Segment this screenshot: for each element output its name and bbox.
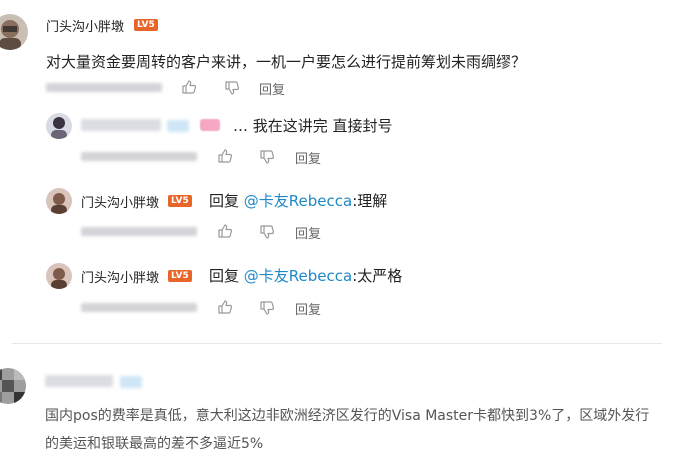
avatar[interactable] (0, 368, 26, 404)
user-mention-link[interactable]: @卡友Rebecca (244, 267, 352, 285)
level-badge (120, 376, 142, 388)
reply-prefix: 回复 (209, 267, 240, 285)
reply-text: … 我在这讲完 直接封号 (233, 117, 393, 135)
reply-button[interactable]: 回复 (259, 79, 285, 98)
avatar-image (46, 113, 72, 139)
role-badge (200, 119, 220, 131)
comment-text: 对大量资金要周转的客户来讲，一机一户要怎么进行提前筹划未雨绸缪？ (46, 53, 527, 71)
reply-button[interactable]: 回复 (295, 223, 321, 242)
avatar-image (46, 263, 72, 289)
thumbs-down-icon[interactable] (259, 224, 275, 240)
reply-button[interactable]: 回复 (295, 148, 321, 167)
avatar[interactable] (0, 14, 28, 50)
thumbs-up-icon[interactable] (181, 79, 197, 95)
thumbs-up-icon[interactable] (217, 148, 233, 164)
level-badge: LV5 (134, 19, 158, 31)
comment-text: 国内pos的费率是真低，意大利这边非欧洲经济区发行的Visa Master卡都快… (45, 408, 650, 452)
user-mention-link[interactable]: @卡友Rebecca (244, 192, 352, 210)
avatar-image (46, 188, 72, 214)
thumbs-up-icon[interactable] (217, 299, 233, 315)
comment-divider (12, 343, 662, 344)
level-badge: LV5 (168, 195, 192, 207)
comment-timestamp (46, 83, 162, 92)
comment-timestamp (81, 227, 197, 236)
thumbs-down-icon[interactable] (259, 149, 275, 165)
level-badge (167, 120, 189, 132)
comment-timestamp (81, 152, 197, 161)
reply-body: :太严格 (352, 267, 403, 285)
comment-username[interactable] (45, 375, 113, 387)
level-badge: LV5 (168, 270, 192, 282)
avatar[interactable] (46, 263, 72, 289)
reply-button[interactable]: 回复 (295, 299, 321, 318)
reply-body: :理解 (352, 192, 388, 210)
comment-timestamp (81, 303, 197, 312)
avatar[interactable] (46, 113, 72, 139)
thumbs-up-icon[interactable] (217, 223, 233, 239)
reply-prefix: 回复 (209, 192, 240, 210)
thumbs-down-icon[interactable] (224, 80, 240, 96)
comment-username[interactable]: 门头沟小胖墩 (81, 192, 159, 211)
comment-username[interactable] (81, 119, 161, 131)
avatar-image (0, 368, 26, 404)
comment-username[interactable]: 门头沟小胖墩 (81, 267, 159, 286)
avatar[interactable] (46, 188, 72, 214)
avatar-image (0, 14, 28, 50)
thumbs-down-icon[interactable] (259, 300, 275, 316)
reply-text: 回复 @卡友Rebecca:理解 (209, 190, 387, 211)
reply-text: 回复 @卡友Rebecca:太严格 (209, 265, 402, 286)
comment-username[interactable]: 门头沟小胖墩 (46, 16, 124, 35)
